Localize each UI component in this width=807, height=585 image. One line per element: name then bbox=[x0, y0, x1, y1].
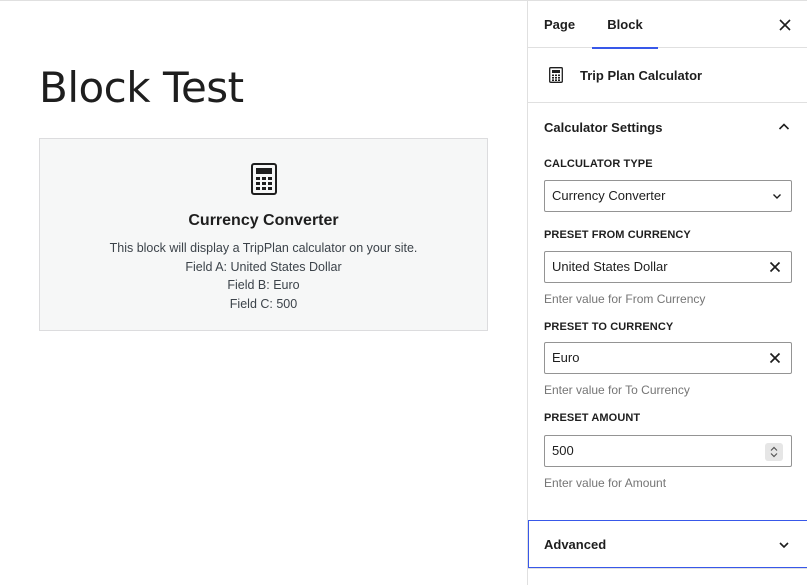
panel-calculator-settings-title[interactable]: Calculator Settings bbox=[544, 120, 662, 135]
panel-divider bbox=[528, 568, 807, 569]
amount-number-input[interactable]: 500 bbox=[544, 435, 792, 467]
block-preview-description: This block will display a TripPlan calcu… bbox=[40, 239, 487, 313]
from-currency-label: PRESET FROM CURRENCY bbox=[544, 229, 691, 241]
block-card-title: Trip Plan Calculator bbox=[580, 68, 703, 83]
clear-icon[interactable] bbox=[768, 260, 782, 274]
amount-help: Enter value for Amount bbox=[544, 476, 667, 490]
panel-advanced-title: Advanced bbox=[544, 537, 607, 552]
tab-page[interactable]: Page bbox=[544, 1, 575, 48]
from-currency-field[interactable]: United States Dollar bbox=[544, 251, 792, 283]
calculator-type-label: CALCULATOR TYPE bbox=[544, 158, 653, 170]
from-currency-help: Enter value for From Currency bbox=[544, 292, 706, 306]
block-preview-title: Currency Converter bbox=[188, 212, 339, 229]
calculator-icon bbox=[549, 67, 563, 83]
amount-value: 500 bbox=[552, 443, 574, 458]
block-card: Trip Plan Calculator bbox=[528, 48, 807, 103]
block-preview-field: Field C: 500 bbox=[229, 296, 298, 311]
calculator-type-select[interactable]: Currency Converter bbox=[544, 180, 792, 212]
chevron-down-icon bbox=[779, 542, 789, 549]
chevron-down-icon bbox=[773, 194, 781, 199]
panel-advanced[interactable]: Advanced bbox=[528, 520, 807, 568]
to-currency-field[interactable]: Euro bbox=[544, 342, 792, 374]
calculator-block-preview[interactable]: Currency Converter This block will displ… bbox=[39, 138, 488, 331]
page-title[interactable]: Block Test bbox=[39, 63, 244, 112]
block-preview-field: Field A: United States Dollar bbox=[185, 259, 342, 274]
calculator-icon bbox=[251, 163, 277, 195]
to-currency-value: Euro bbox=[552, 350, 580, 365]
chevron-up-icon[interactable] bbox=[775, 118, 793, 136]
sidebar-tabs: Page Block bbox=[528, 1, 807, 49]
settings-sidebar: Page Block Trip Plan Calculator Calculat… bbox=[527, 1, 807, 585]
amount-label: PRESET AMOUNT bbox=[544, 412, 641, 424]
close-icon[interactable] bbox=[774, 14, 796, 36]
spinner-arrows-icon[interactable] bbox=[765, 443, 783, 461]
clear-icon[interactable] bbox=[768, 351, 782, 365]
to-currency-label: PRESET TO CURRENCY bbox=[544, 321, 674, 333]
block-preview-field: Field B: Euro bbox=[227, 278, 300, 292]
to-currency-help: Enter value for To Currency bbox=[544, 383, 690, 397]
tab-block[interactable]: Block bbox=[592, 1, 658, 49]
editor-canvas: Block Test Currency Converter This block… bbox=[0, 1, 527, 585]
block-preview-intro: This block will display a TripPlan calcu… bbox=[109, 241, 418, 255]
calculator-type-value: Currency Converter bbox=[552, 188, 666, 203]
from-currency-value: United States Dollar bbox=[552, 259, 668, 274]
